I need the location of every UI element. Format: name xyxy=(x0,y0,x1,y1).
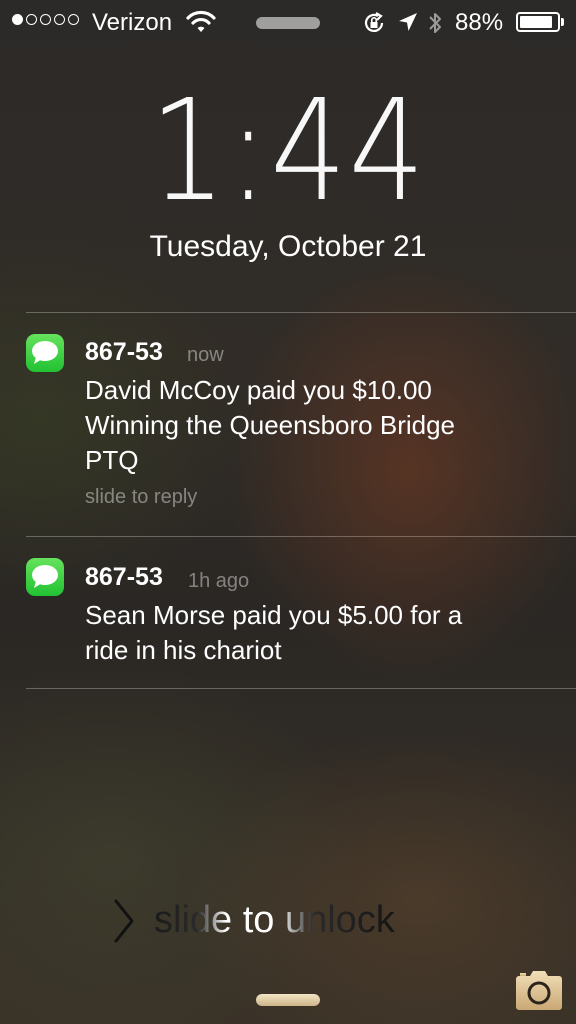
slide-to-unlock-label: slide to unlock xyxy=(154,896,395,944)
signal-dot xyxy=(68,14,79,25)
control-center-grabber[interactable] xyxy=(256,994,320,1006)
chevron-right-icon xyxy=(112,898,136,949)
signal-dot xyxy=(54,14,65,25)
signal-dot xyxy=(26,14,37,25)
slide-to-reply-hint[interactable]: slide to reply xyxy=(85,486,197,509)
notification-item[interactable]: 867-53 now David McCoy paid you $10.00 W… xyxy=(0,312,576,536)
messages-icon xyxy=(26,334,64,372)
battery-icon xyxy=(516,12,560,32)
lock-screen-time: 1:44 xyxy=(0,82,576,222)
lock-screen-date: Tuesday, October 21 xyxy=(149,230,427,263)
notification-sender: 867-53 xyxy=(85,563,163,591)
notification-center-grabber[interactable] xyxy=(256,17,320,29)
battery-nub xyxy=(561,18,564,26)
location-arrow-icon xyxy=(397,11,419,38)
status-bar: Verizon 88% xyxy=(0,0,576,44)
notification-sender: 867-53 xyxy=(85,338,163,366)
notification-body: Sean Morse paid you $5.00 for a ride in … xyxy=(85,598,555,668)
notification-body-line: Sean Morse paid you $5.00 for a xyxy=(85,600,463,630)
notification-body: David McCoy paid you $10.00 Winning the … xyxy=(85,373,555,478)
notification-item[interactable]: 867-53 1h ago Sean Morse paid you $5.00 … xyxy=(0,536,576,688)
divider xyxy=(26,688,576,689)
notification-body-line: David McCoy paid you $10.00 xyxy=(85,375,432,405)
rotation-lock-icon xyxy=(362,11,386,40)
signal-strength xyxy=(12,14,79,25)
time-text: 1:44 xyxy=(149,70,427,233)
battery-percentage: 88% xyxy=(455,9,504,36)
notification-body-line: Winning the Queensboro Bridge xyxy=(85,410,456,440)
wifi-icon xyxy=(186,10,216,39)
messages-icon xyxy=(26,558,64,596)
notification-time: now xyxy=(187,344,224,366)
notification-body-line: ride in his chariot xyxy=(85,635,282,665)
signal-dot xyxy=(12,14,23,25)
signal-dot xyxy=(40,14,51,25)
bluetooth-icon xyxy=(427,10,443,41)
notification-body-line: PTQ xyxy=(85,445,139,475)
camera-icon[interactable] xyxy=(514,970,564,1017)
carrier-name: Verizon xyxy=(92,9,173,36)
notification-time: 1h ago xyxy=(188,570,250,592)
battery-level xyxy=(520,16,552,28)
